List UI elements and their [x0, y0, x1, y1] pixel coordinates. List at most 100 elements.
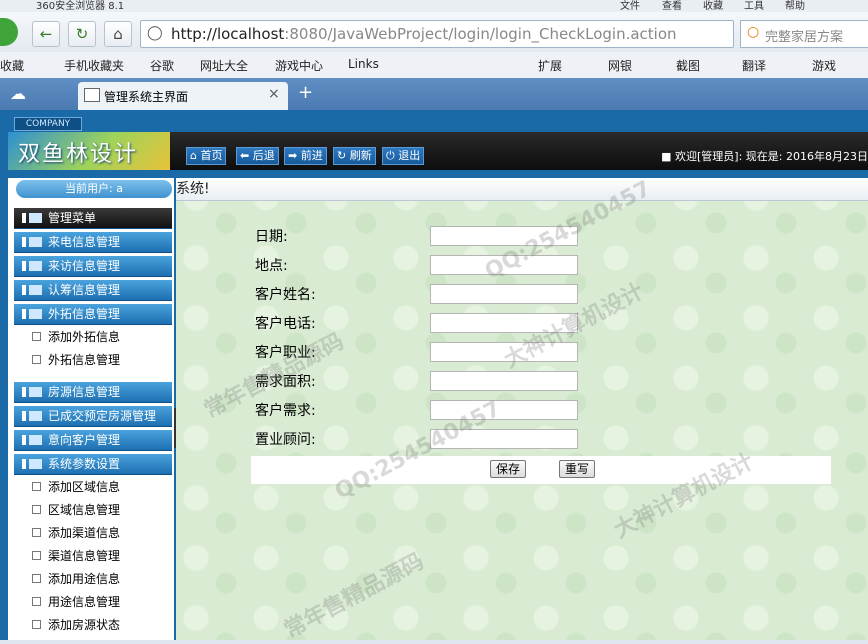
sidebar-item-deals[interactable]: 已成交预定房源管理	[14, 406, 172, 427]
customer-name-field[interactable]	[430, 284, 578, 304]
sidebar-item-label: 来电信息管理	[48, 235, 121, 249]
home-button[interactable]: ⌂	[104, 21, 132, 47]
sidebar-item-label: 认筹信息管理	[48, 283, 121, 297]
grid-icon	[22, 411, 42, 421]
grid-icon	[22, 387, 42, 397]
sidebar-subitem-label: 添加用途信息	[48, 572, 121, 586]
company-label: COMPANY	[14, 117, 82, 131]
forward-link-label: 前进	[300, 149, 323, 162]
customer-name-label: 客户姓名:	[255, 287, 316, 303]
sidebar-item-prospects[interactable]: 意向客户管理	[14, 430, 172, 451]
new-tab-button[interactable]: +	[298, 82, 313, 103]
tab-main[interactable]: 管理系统主界面 ×	[78, 82, 288, 110]
logout-link[interactable]: ⏻ 退出	[382, 147, 425, 165]
sidebar-item-calls[interactable]: 来电信息管理	[14, 232, 172, 253]
browser-logo-icon	[0, 18, 18, 46]
sidebar-subitem-label: 添加外拓信息	[48, 330, 121, 344]
sidebar-subitem-add-outreach[interactable]: 添加外拓信息	[14, 326, 172, 349]
translate-button[interactable]: 翻译	[742, 57, 766, 74]
form-actions: 保存 重写	[251, 456, 831, 484]
sidebar-item-subscriptions[interactable]: 认筹信息管理	[14, 280, 172, 301]
menu-view[interactable]: 查看	[662, 0, 682, 12]
sidebar-item-visits[interactable]: 来访信息管理	[14, 256, 172, 277]
sidebar-subitem-add-status[interactable]: 添加房源状态	[14, 614, 172, 637]
sidebar-subitem-label: 添加区域信息	[48, 480, 121, 494]
customer-phone-field[interactable]	[430, 313, 578, 333]
welcome-label: 欢迎[管理员]:	[675, 150, 743, 163]
bullet-icon	[32, 332, 41, 341]
bullet-icon	[32, 355, 41, 364]
bookmark-games-center[interactable]: 游戏中心	[275, 57, 323, 74]
screenshot-button[interactable]: 截图	[676, 57, 700, 74]
save-button[interactable]: 保存	[490, 460, 527, 478]
menu-help[interactable]: 帮助	[785, 0, 805, 12]
bullet-icon	[32, 597, 41, 606]
sidebar-subitem-add-region[interactable]: 添加区域信息	[14, 476, 172, 499]
sidebar-subitem-add-usage[interactable]: 添加用途信息	[14, 568, 172, 591]
browser-title: 360安全浏览器 8.1	[36, 1, 125, 12]
customer-job-label: 客户职业:	[255, 345, 316, 361]
menu-tools[interactable]: 工具	[744, 0, 764, 12]
bookmark-links[interactable]: Links	[348, 57, 379, 71]
sidebar-subitem-add-channel[interactable]: 添加渠道信息	[14, 522, 172, 545]
bookmark-favorites[interactable]: 收藏	[0, 57, 24, 74]
grid-icon	[22, 261, 42, 271]
page-title: 系统!	[176, 178, 868, 201]
grid-icon	[22, 237, 42, 247]
sidebar-subitem-manage-usage[interactable]: 用途信息管理	[14, 591, 172, 614]
cloud-icon[interactable]: ☁	[10, 84, 26, 103]
area-need-field[interactable]	[430, 371, 578, 391]
grid-icon	[22, 285, 42, 295]
sidebar-subitem-manage-outreach[interactable]: 外拓信息管理	[14, 349, 172, 372]
menu-favorites[interactable]: 收藏	[703, 0, 723, 12]
sidebar-item-housing[interactable]: 房源信息管理	[14, 382, 172, 403]
address-toolbar: ← ↻ ⌂ ◯ http://localhost:8080/JavaWebPro…	[0, 12, 868, 53]
page-icon	[84, 88, 100, 102]
menu-title-label: 管理菜单	[48, 211, 97, 225]
reset-button[interactable]: 重写	[559, 460, 596, 478]
sidebar-item-label: 系统参数设置	[48, 457, 121, 471]
url-field[interactable]: ◯ http://localhost:8080/JavaWebProject/l…	[140, 20, 734, 48]
date-field[interactable]	[430, 226, 578, 246]
logo: 双鱼林设计	[8, 132, 170, 170]
customer-need-field[interactable]	[430, 400, 578, 420]
search-box[interactable]: ○ 完整家居方案	[740, 20, 868, 48]
home-link-label: 首页	[200, 149, 223, 162]
forward-link[interactable]: ➡ 前进	[284, 147, 327, 165]
back-link[interactable]: ⬅ 后退	[236, 147, 279, 165]
refresh-button[interactable]: ↻	[68, 21, 96, 47]
bookmark-sites[interactable]: 网址大全	[200, 57, 248, 74]
customer-need-label: 客户需求:	[255, 403, 316, 419]
sidebar: 当前用户: a 管理菜单 来电信息管理 来访信息管理 认筹信息管理 外拓信息管理…	[8, 178, 174, 640]
sidebar-item-label: 来访信息管理	[48, 259, 121, 273]
location-label: 地点:	[255, 258, 288, 274]
sidebar-item-label: 房源信息管理	[48, 385, 121, 399]
consultant-field[interactable]	[430, 429, 578, 449]
customer-job-field[interactable]	[430, 342, 578, 362]
search-icon: ○	[747, 24, 760, 40]
refresh-link[interactable]: ↻ 刷新	[333, 147, 376, 165]
app-frame: COMPANY 双鱼林设计 ⌂ 首页 ⬅ 后退 ➡ 前进 ↻ 刷新 ⏻ 退出 ■…	[0, 110, 868, 643]
bank-button[interactable]: 网银	[608, 57, 632, 74]
extensions-button[interactable]: 扩展	[538, 57, 562, 74]
menu-file[interactable]: 文件	[620, 0, 640, 12]
sidebar-item-settings[interactable]: 系统参数设置	[14, 454, 172, 475]
search-placeholder: 完整家居方案	[765, 30, 844, 45]
sidebar-menu-title: 管理菜单	[14, 208, 172, 229]
bookmark-google[interactable]: 谷歌	[150, 57, 174, 74]
back-button[interactable]: ←	[32, 21, 60, 47]
close-icon[interactable]: ×	[268, 86, 280, 102]
home-link[interactable]: ⌂ 首页	[186, 147, 227, 165]
sidebar-item-label: 已成交预定房源管理	[48, 409, 157, 423]
games-button[interactable]: 游戏	[812, 57, 836, 74]
sidebar-subitem-manage-region[interactable]: 区域信息管理	[14, 499, 172, 522]
sidebar-item-outreach[interactable]: 外拓信息管理	[14, 304, 172, 325]
sidebar-subitem-manage-channel[interactable]: 渠道信息管理	[14, 545, 172, 568]
sidebar-item-label: 意向客户管理	[48, 433, 121, 447]
sidebar-subitem-label: 渠道信息管理	[48, 549, 121, 563]
bullet-icon	[32, 505, 41, 514]
logout-link-label: 退出	[398, 149, 421, 162]
bookmark-mobile[interactable]: 手机收藏夹	[64, 57, 124, 74]
location-field[interactable]	[430, 255, 578, 275]
current-user: 当前用户: a	[16, 180, 172, 198]
